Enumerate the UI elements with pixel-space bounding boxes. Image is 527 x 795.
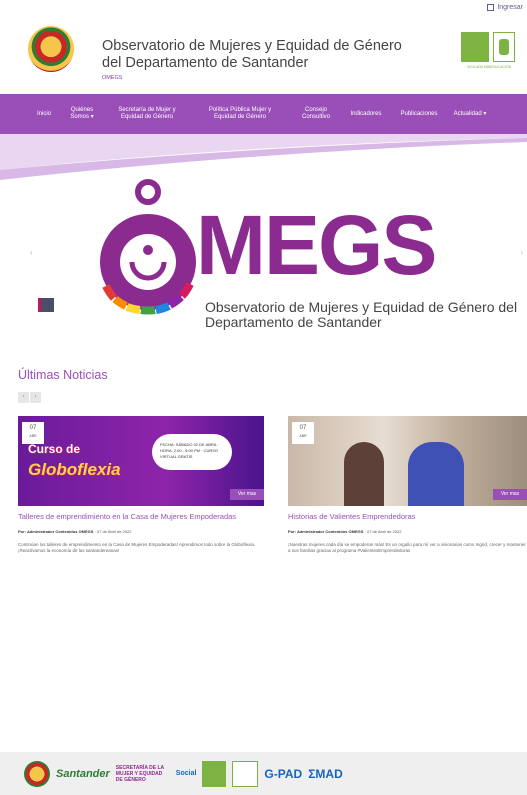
site-title[interactable]: Observatorio de Mujeres y Equidad de Gén…: [102, 38, 402, 72]
news-card-title[interactable]: Talleres de emprendimiento en la Casa de…: [18, 512, 264, 521]
image-text-globoflexia: Globoflexia: [28, 460, 121, 479]
news-card-meta: Por: Administrador Contenidos OMEGS · 07…: [288, 529, 402, 534]
date-day: 07: [299, 425, 307, 431]
nav-item-consejo-consultivo[interactable]: Consejo Consultivo: [298, 107, 334, 121]
footer-partner-logo-1[interactable]: [202, 760, 227, 787]
news-card-author: Por: Administrador Contenidos OMEGS: [288, 529, 364, 534]
nav-item-quienes-somos[interactable]: Quiénes Somos ▾: [68, 107, 96, 121]
photo-person-man: [408, 442, 464, 506]
news-card-date: 07 de Abril de 2022: [96, 529, 132, 534]
login-icon: [487, 4, 495, 11]
ver-mas-button[interactable]: Ver mas: [230, 489, 264, 500]
footer-logos: Santander SECRETARÍA DE LA MUJER Y EQUID…: [0, 752, 527, 795]
carousel-next-icon[interactable]: ›: [520, 248, 523, 257]
news-section-title: Últimas Noticias: [18, 368, 108, 382]
main-nav: Inicio Quiénes Somos ▾ Secretaría de Muj…: [0, 94, 527, 134]
footer-seal-logo[interactable]: [24, 760, 50, 787]
partner-caption: VIGILADA MINEDUCACIÓN: [466, 65, 512, 69]
news-prev-icon[interactable]: ‹: [18, 392, 29, 403]
footer-social-logo[interactable]: Social: [176, 761, 197, 787]
news-card-date: 07 de Abril de 2022: [366, 529, 402, 534]
news-card: 07 ABR Ver mas Historias de Valientes Em…: [288, 416, 527, 554]
news-next-icon[interactable]: ›: [30, 392, 41, 403]
footer-emad-logo[interactable]: ΣMAD: [308, 761, 343, 787]
santander-seal-logo[interactable]: [28, 26, 74, 72]
nav-item-secretaria[interactable]: Secretaría de Mujer y Equidad de Género: [112, 107, 182, 121]
date-month: ABR: [299, 434, 307, 438]
footer-partner-logo-2[interactable]: [232, 760, 259, 787]
photo-person-woman: [344, 442, 384, 506]
news-card-image[interactable]: 07 ABR Ver mas: [288, 416, 527, 506]
omegs-o-logo: [100, 179, 196, 315]
footer-santander-logo[interactable]: Santander: [56, 761, 110, 787]
carousel-prev-icon[interactable]: ‹: [30, 248, 33, 257]
news-card-author: Por: Administrador Contenidos OMEGS: [18, 529, 94, 534]
partner-logo[interactable]: VIGILADA MINEDUCACIÓN: [459, 32, 519, 80]
ver-mas-button[interactable]: Ver mas: [493, 489, 527, 500]
news-card: Curso de Globoflexia FECHA: SÁBADO 02 DE…: [18, 416, 264, 554]
news-card-excerpt: ¡Nuestras mujeres cada día se empoderan …: [288, 542, 526, 553]
site-subtitle: OMEGS: [102, 75, 123, 81]
date-month: ABR: [29, 434, 37, 438]
hero-swoosh-decoration: [0, 134, 527, 180]
nav-item-publicaciones[interactable]: Publicaciones: [396, 111, 442, 118]
footer-gpad-logo[interactable]: G-PAD: [264, 761, 302, 787]
partner-logo-mark: [493, 32, 515, 62]
hero-carousel: MEGS Observatorio de Mujeres y Equidad d…: [0, 134, 527, 354]
nav-item-actualidad[interactable]: Actualidad ▾: [452, 111, 488, 118]
carousel-pause-button[interactable]: [38, 298, 54, 312]
footer-secretaria-logo[interactable]: SECRETARÍA DE LA MUJER Y EQUIDAD DE GÉNE…: [116, 761, 170, 787]
nav-item-indicadores[interactable]: Indicadores: [346, 111, 386, 118]
image-info-bubble: FECHA: SÁBADO 02 DE ABRIL · HORA: 2:00 -…: [152, 434, 232, 470]
news-card-image[interactable]: Curso de Globoflexia FECHA: SÁBADO 02 DE…: [18, 416, 264, 506]
date-badge: 07 ABR: [22, 422, 44, 444]
news-card-excerpt: Continúan los talleres de emprendimiento…: [18, 542, 256, 553]
news-carousel-arrows: ‹ ›: [18, 392, 41, 403]
site-header: Observatorio de Mujeres y Equidad de Gén…: [0, 20, 527, 94]
news-card-title[interactable]: Historias de Valientes Emprendedoras: [288, 512, 527, 521]
nav-item-inicio[interactable]: Inicio: [34, 111, 54, 118]
hero-wordmark: MEGS: [196, 198, 437, 292]
nav-item-politica-publica[interactable]: Política Pública Mujer y Equidad de Géne…: [200, 107, 280, 121]
image-text-curso: Curso de: [28, 442, 81, 456]
date-badge: 07 ABR: [292, 422, 314, 444]
partner-logo-green-box: [461, 32, 489, 62]
login-link[interactable]: Ingresar: [487, 4, 523, 11]
hero-caption: Observatorio de Mujeres y Equidad de Gén…: [205, 299, 518, 330]
footer-santander-text: Santander: [56, 767, 110, 780]
login-label: Ingresar: [497, 4, 523, 11]
news-card-meta: Por: Administrador Contenidos OMEGS · 07…: [18, 529, 132, 534]
date-day: 07: [29, 425, 37, 431]
